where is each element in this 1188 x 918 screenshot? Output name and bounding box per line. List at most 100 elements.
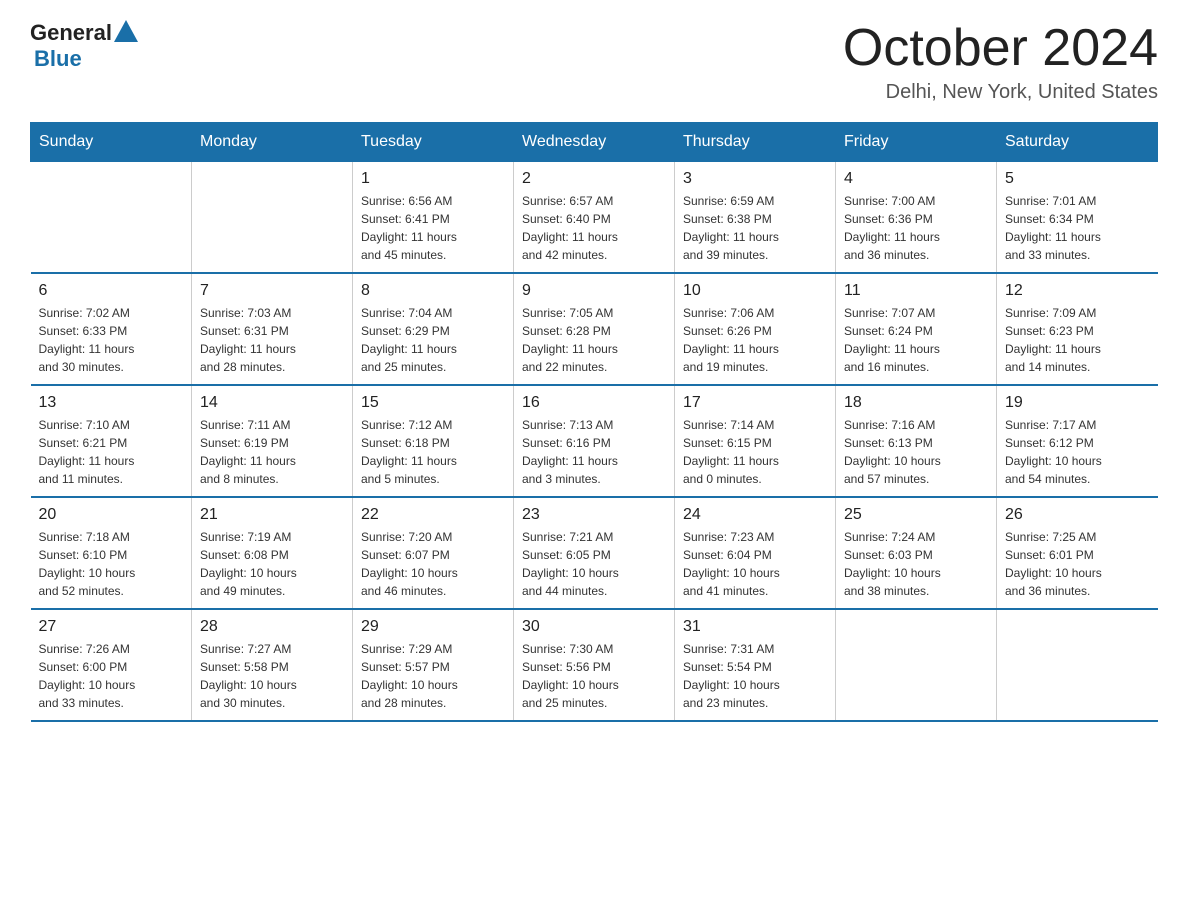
calendar-cell: 21 Sunrise: 7:19 AMSunset: 6:08 PMDayligh… — [192, 497, 353, 609]
calendar-cell: 27 Sunrise: 7:26 AMSunset: 6:00 PMDayligh… — [31, 609, 192, 721]
logo-text-general: General — [30, 20, 112, 46]
day-info: Sunrise: 7:03 AMSunset: 6:31 PMDaylight:… — [200, 304, 344, 376]
calendar-cell: 23 Sunrise: 7:21 AMSunset: 6:05 PMDayligh… — [514, 497, 675, 609]
day-info: Sunrise: 7:10 AMSunset: 6:21 PMDaylight:… — [39, 416, 184, 488]
day-number: 8 — [361, 282, 505, 300]
day-number: 13 — [39, 394, 184, 412]
day-info: Sunrise: 7:17 AMSunset: 6:12 PMDaylight:… — [1005, 416, 1150, 488]
day-number: 28 — [200, 618, 344, 636]
calendar-cell: 11Sunrise: 7:07 AMSunset: 6:24 PMDayligh… — [836, 273, 997, 385]
day-info: Sunrise: 7:24 AMSunset: 6:03 PMDaylight:… — [844, 528, 988, 600]
day-number: 25 — [844, 506, 988, 524]
calendar-header-row: SundayMondayTuesdayWednesdayThursdayFrid… — [31, 123, 1158, 162]
weekday-header-wednesday: Wednesday — [514, 123, 675, 162]
calendar-cell: 13 Sunrise: 7:10 AMSunset: 6:21 PMDayligh… — [31, 385, 192, 497]
calendar-cell: 12 Sunrise: 7:09 AMSunset: 6:23 PMDayligh… — [997, 273, 1158, 385]
day-info: Sunrise: 7:29 AMSunset: 5:57 PMDaylight:… — [361, 640, 505, 712]
logo: General Blue — [30, 20, 138, 72]
calendar-cell: 24 Sunrise: 7:23 AMSunset: 6:04 PMDayligh… — [675, 497, 836, 609]
day-info: Sunrise: 7:31 AMSunset: 5:54 PMDaylight:… — [683, 640, 827, 712]
calendar-subtitle: Delhi, New York, United States — [843, 81, 1158, 104]
day-info: Sunrise: 7:21 AMSunset: 6:05 PMDaylight:… — [522, 528, 666, 600]
day-info: Sunrise: 7:00 AMSunset: 6:36 PMDaylight:… — [844, 192, 988, 264]
day-info: Sunrise: 7:14 AMSunset: 6:15 PMDaylight:… — [683, 416, 827, 488]
weekday-header-friday: Friday — [836, 123, 997, 162]
calendar-title: October 2024 — [843, 20, 1158, 77]
day-number: 6 — [39, 282, 184, 300]
day-info: Sunrise: 6:57 AMSunset: 6:40 PMDaylight:… — [522, 192, 666, 264]
day-number: 12 — [1005, 282, 1150, 300]
logo-triangle-icon — [114, 20, 138, 42]
calendar-cell: 8Sunrise: 7:04 AMSunset: 6:29 PMDaylight… — [353, 273, 514, 385]
day-info: Sunrise: 7:19 AMSunset: 6:08 PMDaylight:… — [200, 528, 344, 600]
calendar-cell: 14 Sunrise: 7:11 AMSunset: 6:19 PMDayligh… — [192, 385, 353, 497]
day-number: 9 — [522, 282, 666, 300]
weekday-header-saturday: Saturday — [997, 123, 1158, 162]
calendar-cell: 4 Sunrise: 7:00 AMSunset: 6:36 PMDaylight… — [836, 162, 997, 274]
calendar-week-row: 20 Sunrise: 7:18 AMSunset: 6:10 PMDayligh… — [31, 497, 1158, 609]
day-number: 23 — [522, 506, 666, 524]
day-info: Sunrise: 7:27 AMSunset: 5:58 PMDaylight:… — [200, 640, 344, 712]
calendar-cell: 16 Sunrise: 7:13 AMSunset: 6:16 PMDayligh… — [514, 385, 675, 497]
calendar-cell: 1Sunrise: 6:56 AMSunset: 6:41 PMDaylight… — [353, 162, 514, 274]
day-info: Sunrise: 7:13 AMSunset: 6:16 PMDaylight:… — [522, 416, 666, 488]
calendar-cell — [997, 609, 1158, 721]
day-number: 27 — [39, 618, 184, 636]
calendar-cell: 28 Sunrise: 7:27 AMSunset: 5:58 PMDayligh… — [192, 609, 353, 721]
calendar-cell: 25 Sunrise: 7:24 AMSunset: 6:03 PMDayligh… — [836, 497, 997, 609]
day-number: 22 — [361, 506, 505, 524]
day-number: 26 — [1005, 506, 1150, 524]
weekday-header-thursday: Thursday — [675, 123, 836, 162]
day-info: Sunrise: 6:59 AMSunset: 6:38 PMDaylight:… — [683, 192, 827, 264]
calendar-cell: 15 Sunrise: 7:12 AMSunset: 6:18 PMDayligh… — [353, 385, 514, 497]
day-number: 15 — [361, 394, 505, 412]
calendar-table: SundayMondayTuesdayWednesdayThursdayFrid… — [30, 122, 1158, 722]
day-number: 14 — [200, 394, 344, 412]
day-number: 16 — [522, 394, 666, 412]
calendar-cell: 20 Sunrise: 7:18 AMSunset: 6:10 PMDayligh… — [31, 497, 192, 609]
logo-text-blue: Blue — [34, 46, 82, 72]
day-info: Sunrise: 7:11 AMSunset: 6:19 PMDaylight:… — [200, 416, 344, 488]
day-number: 5 — [1005, 170, 1150, 188]
day-number: 7 — [200, 282, 344, 300]
day-info: Sunrise: 7:25 AMSunset: 6:01 PMDaylight:… — [1005, 528, 1150, 600]
calendar-cell: 7 Sunrise: 7:03 AMSunset: 6:31 PMDaylight… — [192, 273, 353, 385]
title-section: October 2024 Delhi, New York, United Sta… — [843, 20, 1158, 104]
day-number: 21 — [200, 506, 344, 524]
calendar-cell: 5Sunrise: 7:01 AMSunset: 6:34 PMDaylight… — [997, 162, 1158, 274]
calendar-cell: 10 Sunrise: 7:06 AMSunset: 6:26 PMDayligh… — [675, 273, 836, 385]
day-info: Sunrise: 6:56 AMSunset: 6:41 PMDaylight:… — [361, 192, 505, 264]
weekday-header-monday: Monday — [192, 123, 353, 162]
page-header: General Blue October 2024 Delhi, New Yor… — [30, 20, 1158, 104]
day-number: 29 — [361, 618, 505, 636]
calendar-cell: 18Sunrise: 7:16 AMSunset: 6:13 PMDayligh… — [836, 385, 997, 497]
day-info: Sunrise: 7:16 AMSunset: 6:13 PMDaylight:… — [844, 416, 988, 488]
day-number: 3 — [683, 170, 827, 188]
day-info: Sunrise: 7:30 AMSunset: 5:56 PMDaylight:… — [522, 640, 666, 712]
day-number: 20 — [39, 506, 184, 524]
day-number: 4 — [844, 170, 988, 188]
calendar-cell: 26 Sunrise: 7:25 AMSunset: 6:01 PMDayligh… — [997, 497, 1158, 609]
calendar-week-row: 13 Sunrise: 7:10 AMSunset: 6:21 PMDayligh… — [31, 385, 1158, 497]
day-info: Sunrise: 7:18 AMSunset: 6:10 PMDaylight:… — [39, 528, 184, 600]
day-number: 17 — [683, 394, 827, 412]
calendar-cell: 29 Sunrise: 7:29 AMSunset: 5:57 PMDayligh… — [353, 609, 514, 721]
day-info: Sunrise: 7:06 AMSunset: 6:26 PMDaylight:… — [683, 304, 827, 376]
day-info: Sunrise: 7:12 AMSunset: 6:18 PMDaylight:… — [361, 416, 505, 488]
day-number: 19 — [1005, 394, 1150, 412]
calendar-cell: 9Sunrise: 7:05 AMSunset: 6:28 PMDaylight… — [514, 273, 675, 385]
calendar-cell: 3 Sunrise: 6:59 AMSunset: 6:38 PMDaylight… — [675, 162, 836, 274]
day-info: Sunrise: 7:26 AMSunset: 6:00 PMDaylight:… — [39, 640, 184, 712]
day-info: Sunrise: 7:09 AMSunset: 6:23 PMDaylight:… — [1005, 304, 1150, 376]
day-number: 31 — [683, 618, 827, 636]
day-info: Sunrise: 7:23 AMSunset: 6:04 PMDaylight:… — [683, 528, 827, 600]
weekday-header-sunday: Sunday — [31, 123, 192, 162]
day-number: 24 — [683, 506, 827, 524]
calendar-week-row: 1Sunrise: 6:56 AMSunset: 6:41 PMDaylight… — [31, 162, 1158, 274]
weekday-header-tuesday: Tuesday — [353, 123, 514, 162]
calendar-cell: 17 Sunrise: 7:14 AMSunset: 6:15 PMDayligh… — [675, 385, 836, 497]
day-info: Sunrise: 7:02 AMSunset: 6:33 PMDaylight:… — [39, 304, 184, 376]
day-number: 10 — [683, 282, 827, 300]
day-number: 2 — [522, 170, 666, 188]
calendar-cell — [31, 162, 192, 274]
